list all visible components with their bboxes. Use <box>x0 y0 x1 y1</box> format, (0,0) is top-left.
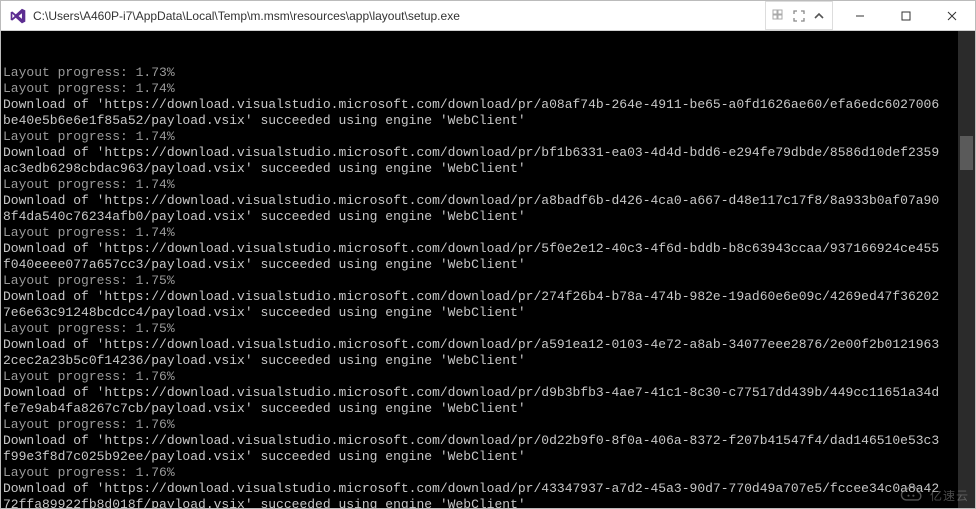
progress-line: Layout progress: 1.75% <box>3 321 975 337</box>
titlebar[interactable]: C:\Users\A460P-i7\AppData\Local\Temp\m.m… <box>1 1 975 31</box>
download-line: 2cec2a23b5c0f14236/payload.vsix' succeed… <box>3 353 975 369</box>
visual-studio-icon <box>9 7 27 25</box>
download-line: Download of 'https://download.visualstud… <box>3 481 975 497</box>
toolbar-extra <box>765 1 833 30</box>
download-line: Download of 'https://download.visualstud… <box>3 337 975 353</box>
progress-line: Layout progress: 1.76% <box>3 369 975 385</box>
expand-icon[interactable] <box>790 7 808 25</box>
console-output[interactable]: Layout progress: 1.73%Layout progress: 1… <box>1 31 975 508</box>
download-line: f040eeee077a657cc3/payload.vsix' succeed… <box>3 257 975 273</box>
scrollbar-track[interactable] <box>958 31 975 508</box>
download-line: fe7e9ab4fa8267c7cb/payload.vsix' succeed… <box>3 401 975 417</box>
grid-icon[interactable] <box>770 7 788 25</box>
close-button[interactable] <box>929 1 975 30</box>
progress-line: Layout progress: 1.76% <box>3 465 975 481</box>
download-line: 72ffa89922fb8d018f/payload.vsix' succeed… <box>3 497 975 508</box>
chevron-up-icon[interactable] <box>810 7 828 25</box>
download-line: Download of 'https://download.visualstud… <box>3 193 975 209</box>
maximize-button[interactable] <box>883 1 929 30</box>
download-line: 8f4da540c76234afb0/payload.vsix' succeed… <box>3 209 975 225</box>
watermark-text: 亿速云 <box>930 487 969 504</box>
download-line: ac3edb6298cbdac963/payload.vsix' succeed… <box>3 161 975 177</box>
minimize-button[interactable] <box>837 1 883 30</box>
progress-line: Layout progress: 1.76% <box>3 417 975 433</box>
download-line: be40e5b6e6e1f85a52/payload.vsix' succeed… <box>3 113 975 129</box>
download-line: Download of 'https://download.visualstud… <box>3 433 975 449</box>
progress-line: Layout progress: 1.74% <box>3 225 975 241</box>
download-line: 7e6e63c91248bcdcc4/payload.vsix' succeed… <box>3 305 975 321</box>
progress-line: Layout progress: 1.73% <box>3 65 975 81</box>
progress-line: Layout progress: 1.74% <box>3 177 975 193</box>
cloud-icon <box>898 486 926 504</box>
progress-line: Layout progress: 1.75% <box>3 273 975 289</box>
download-line: Download of 'https://download.visualstud… <box>3 289 975 305</box>
console-window: C:\Users\A460P-i7\AppData\Local\Temp\m.m… <box>0 0 976 509</box>
download-line: Download of 'https://download.visualstud… <box>3 145 975 161</box>
download-line: Download of 'https://download.visualstud… <box>3 97 975 113</box>
download-line: Download of 'https://download.visualstud… <box>3 241 975 257</box>
progress-line: Layout progress: 1.74% <box>3 81 975 97</box>
window-title: C:\Users\A460P-i7\AppData\Local\Temp\m.m… <box>33 9 460 23</box>
download-line: Download of 'https://download.visualstud… <box>3 385 975 401</box>
window-controls <box>837 1 975 30</box>
watermark: 亿速云 <box>898 486 969 504</box>
progress-line: Layout progress: 1.74% <box>3 129 975 145</box>
scrollbar-thumb[interactable] <box>960 136 973 170</box>
download-line: f99e3f8d7c025b92ee/payload.vsix' succeed… <box>3 449 975 465</box>
